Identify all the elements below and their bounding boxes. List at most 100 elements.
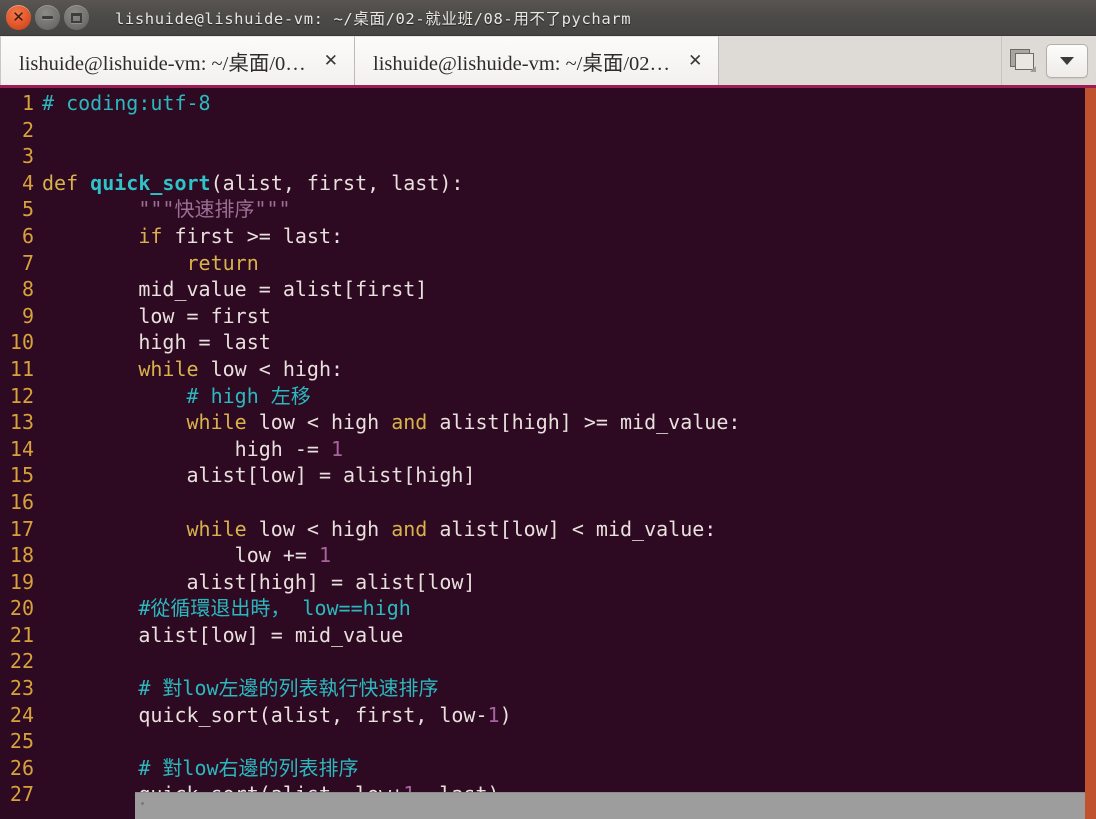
code-token: # 對low左邊的列表執行快速排序 [138,676,439,701]
code-line: 6 if first >= last: [0,223,740,250]
close-window-button[interactable]: ✕ [6,5,31,30]
code-token: while [186,516,259,541]
maximize-icon [71,12,82,23]
line-number: 6 [21,223,34,248]
code-line: 11 while low < high: [0,356,740,383]
code-token: low < high [258,410,392,435]
line-number: 27 [9,782,34,807]
code-line: 21 alist[low] = mid_value [0,622,740,649]
code-line: 9 low = first [0,303,740,330]
code-line: 23 # 對low左邊的列表執行快速排序 [0,675,740,702]
code-listing: 1 # coding:utf-8 2 3 4 def quick_sort(alist, … [0,88,741,808]
code-token: and [391,410,440,435]
maximize-window-button[interactable] [64,5,89,30]
line-number: 22 [9,649,34,674]
code-token: #從循環退出時， low==high [138,596,411,621]
code-token: low < high [258,516,392,541]
code-token: """快速排序""" [138,197,291,222]
line-number: 21 [9,622,34,647]
tab-bar-spacer [719,36,1001,85]
code-token: # coding:utf-8 [42,91,211,115]
line-number: 16 [9,489,34,514]
tab-1[interactable]: lishuide@lishuide-vm: ~/桌面/0… ✕ [0,36,356,85]
scrollbar-grip [141,802,144,805]
code-line: 18 low += 1 [0,542,740,569]
code-token: alist[low] = mid_value [42,622,404,647]
horizontal-scrollbar[interactable] [135,792,1085,819]
code-token: mid_value = alist[first] [42,277,428,302]
line-number: 17 [9,516,34,541]
tab-2-label: lishuide@lishuide-vm: ~/桌面/02… [373,53,671,75]
minimize-window-button[interactable] [35,5,60,30]
chevron-down-icon [1060,56,1074,65]
code-token: ) [499,702,512,727]
code-token: quick_sort [90,170,211,195]
code-line: 10 high = last [0,329,740,356]
line-number: 15 [9,463,34,488]
code-line: 22 [0,648,740,675]
code-token: # 對low右邊的列表排序 [138,755,359,780]
code-token: high -= [42,436,331,461]
tab-2-close-icon[interactable]: ✕ [686,52,704,70]
line-number: 8 [21,277,34,302]
line-number: 3 [21,144,34,169]
code-token: if [138,223,175,248]
tab-1-close-icon[interactable]: ✕ [322,52,340,70]
line-number: 24 [9,702,34,727]
code-line: 4 def quick_sort(alist, first, last): [0,170,740,197]
code-line: 12 # high 左移 [0,383,740,410]
tab-2[interactable]: lishuide@lishuide-vm: ~/桌面/02… ✕ [355,36,720,85]
code-token: low = first [42,303,271,328]
code-line: 16 [0,489,740,516]
tab-1-label: lishuide@lishuide-vm: ~/桌面/0… [19,53,306,75]
line-number: 10 [9,330,34,355]
code-token: low < high: [210,356,344,381]
line-number: 13 [9,410,34,435]
line-number: 11 [9,356,34,381]
code-line: 5 """快速排序""" [0,196,740,223]
line-number: 9 [21,303,34,328]
code-token: alist[high] = alist[low] [42,569,476,594]
code-token: return [186,250,259,275]
window-titlebar: ✕ lishuide@lishuide-vm: ~/桌面/02-就业班/08-用… [0,0,1096,36]
code-token: 1 [318,543,331,568]
code-line: 2 [0,117,740,144]
line-number: 14 [9,436,34,461]
minimize-icon [42,16,53,19]
terminal-window: ✕ lishuide@lishuide-vm: ~/桌面/02-就业班/08-用… [0,0,1096,819]
code-line: 17 while low < high and alist[low] < mid… [0,516,740,543]
close-icon: ✕ [12,8,25,26]
code-token: low += [42,543,319,568]
line-number: 20 [9,596,34,621]
code-line: 26 # 對low右邊的列表排序 [0,755,740,782]
tab-list-dropdown-button[interactable] [1046,43,1088,78]
new-tab-icon[interactable] [1010,49,1036,72]
line-number: 18 [9,543,34,568]
line-number: 26 [9,755,34,780]
line-number: 2 [21,117,34,142]
code-token: alist[high] >= mid_value: [439,410,741,435]
terminal-body[interactable]: 1 # coding:utf-8 2 3 4 def quick_sort(alist, … [0,88,1096,819]
code-line: 8 mid_value = alist[first] [0,276,740,303]
tab-bar-controls [1001,36,1096,85]
line-number: 25 [9,729,34,754]
code-token: and [391,516,440,541]
code-line: 13 while low < high and alist[high] >= m… [0,409,741,436]
code-line: 24 quick_sort(alist, first, low-1) [0,702,740,729]
code-token: alist[low] < mid_value: [439,516,717,541]
code-token: # high 左移 [186,383,311,408]
code-token: while [186,410,259,435]
code-token: 1 [487,702,500,727]
line-number: 23 [9,676,34,701]
line-number: 5 [21,197,34,222]
line-number: 19 [9,569,34,594]
code-token: first >= last: [174,223,344,248]
window-controls: ✕ [0,5,89,30]
